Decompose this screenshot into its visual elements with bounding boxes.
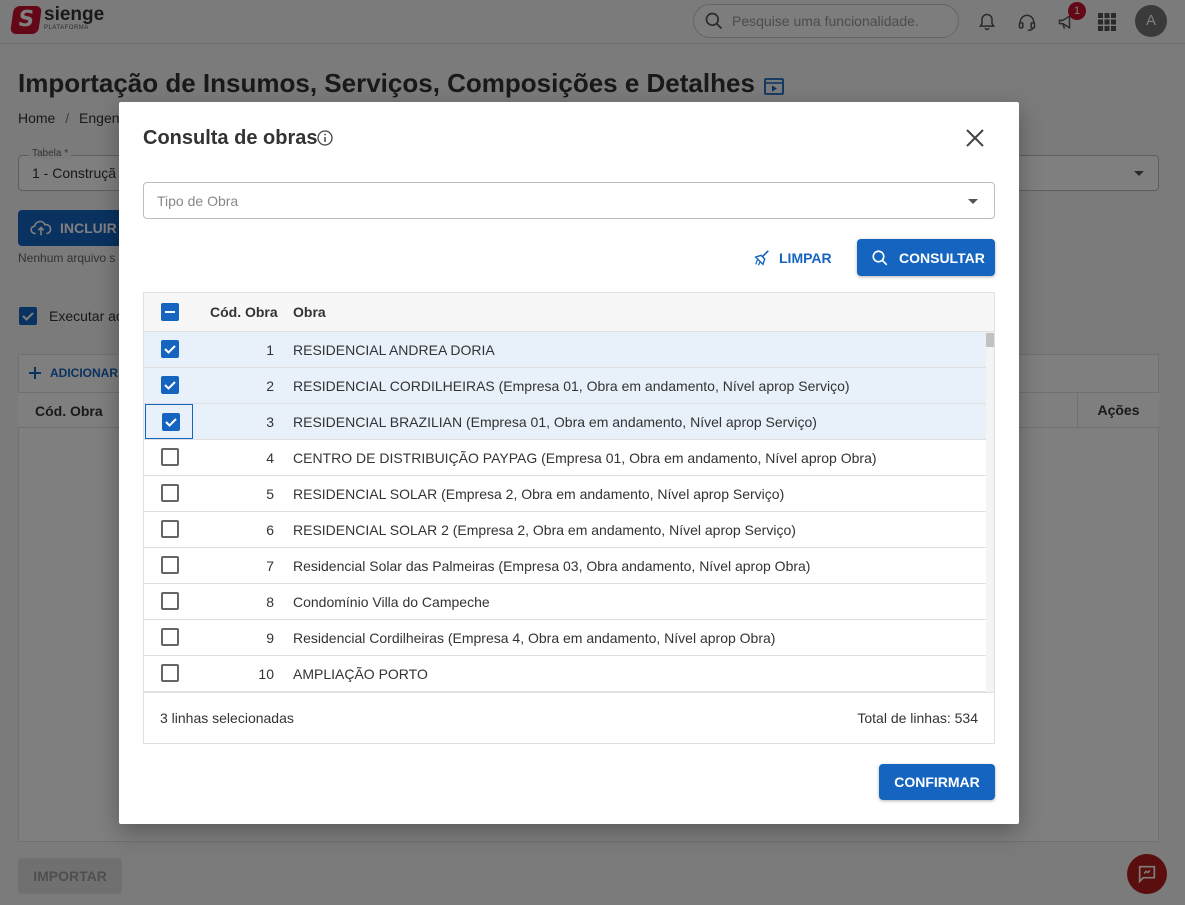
row-checkbox[interactable]: [161, 484, 179, 502]
grid-scrollbar[interactable]: [986, 332, 994, 692]
row-checkbox[interactable]: [161, 628, 179, 646]
selected-count: 3 linhas selecionadas: [160, 710, 294, 726]
row-checkbox[interactable]: [161, 664, 179, 682]
row-checkbox[interactable]: [161, 592, 179, 610]
consultar-button[interactable]: CONSULTAR: [857, 239, 995, 276]
close-icon[interactable]: [963, 126, 987, 150]
table-row[interactable]: 8 Condomínio Villa do Campeche: [144, 584, 986, 620]
select-all-checkbox[interactable]: [161, 303, 179, 321]
row-checkbox-cell[interactable]: [145, 404, 193, 439]
row-cod-obra: 8: [266, 594, 274, 610]
row-checkbox-cell[interactable]: [145, 584, 193, 619]
table-row[interactable]: 9 Residencial Cordilheiras (Empresa 4, Ob…: [144, 620, 986, 656]
tipo-obra-select[interactable]: Tipo de Obra: [143, 182, 995, 219]
info-icon[interactable]: [317, 130, 333, 151]
row-obra-name: Condomínio Villa do Campeche: [293, 594, 490, 610]
consulta-obras-dialog: Consulta de obras Tipo de Obra LIMPAR CO…: [119, 102, 1019, 824]
table-row[interactable]: 3 RESIDENCIAL BRAZILIAN (Empresa 01, Obra…: [144, 404, 986, 440]
row-checkbox-cell[interactable]: [145, 440, 193, 475]
consultar-label: CONSULTAR: [899, 249, 985, 266]
row-checkbox-cell[interactable]: [145, 620, 193, 655]
row-cod-obra: 1: [266, 342, 274, 358]
row-checkbox-cell[interactable]: [145, 656, 193, 691]
table-row[interactable]: 4 CENTRO DE DISTRIBUIÇÃO PAYPAG (Empresa …: [144, 440, 986, 476]
row-checkbox[interactable]: [161, 340, 179, 358]
limpar-label: LIMPAR: [779, 250, 832, 266]
grid-scrollbar-thumb[interactable]: [986, 333, 994, 347]
row-checkbox[interactable]: [161, 556, 179, 574]
row-obra-name: AMPLIAÇÃO PORTO: [293, 666, 428, 682]
grid-footer: 3 linhas selecionadas Total de linhas: 5…: [144, 692, 994, 743]
row-obra-name: RESIDENCIAL SOLAR 2 (Empresa 2, Obra em …: [293, 522, 796, 538]
search-icon: [872, 249, 888, 265]
row-obra-name: RESIDENCIAL BRAZILIAN (Empresa 01, Obra …: [293, 414, 817, 430]
row-cod-obra: 6: [266, 522, 274, 538]
table-row[interactable]: 6 RESIDENCIAL SOLAR 2 (Empresa 2, Obra em…: [144, 512, 986, 548]
row-cod-obra: 3: [266, 414, 274, 430]
row-cod-obra: 5: [266, 486, 274, 502]
obras-grid: Cód. Obra Obra 1 RESIDENCIAL ANDREA DORIA…: [143, 292, 995, 744]
table-row[interactable]: 7 Residencial Solar das Palmeiras (Empres…: [144, 548, 986, 584]
table-row[interactable]: 1 RESIDENCIAL ANDREA DORIA: [144, 332, 986, 368]
table-row[interactable]: 5 RESIDENCIAL SOLAR (Empresa 2, Obra em a…: [144, 476, 986, 512]
row-checkbox[interactable]: [162, 413, 180, 431]
dialog-title: Consulta de obras: [143, 127, 318, 149]
row-checkbox[interactable]: [161, 448, 179, 466]
row-checkbox-cell[interactable]: [145, 548, 193, 583]
row-obra-name: RESIDENCIAL CORDILHEIRAS (Empresa 01, Ob…: [293, 378, 850, 394]
row-obra-name: RESIDENCIAL SOLAR (Empresa 2, Obra em an…: [293, 486, 785, 502]
row-checkbox[interactable]: [161, 376, 179, 394]
row-checkbox-cell[interactable]: [145, 476, 193, 511]
table-row[interactable]: 10 AMPLIAÇÃO PORTO: [144, 656, 986, 692]
row-checkbox-cell[interactable]: [145, 512, 193, 547]
table-row[interactable]: 2 RESIDENCIAL CORDILHEIRAS (Empresa 01, O…: [144, 368, 986, 404]
grid-header: Cód. Obra Obra: [144, 293, 994, 332]
total-rows: Total de linhas: 534: [857, 710, 978, 726]
limpar-button[interactable]: LIMPAR: [753, 240, 832, 276]
chevron-down-icon: [968, 199, 978, 204]
row-cod-obra: 10: [258, 666, 274, 682]
row-obra-name: Residencial Solar das Palmeiras (Empresa…: [293, 558, 811, 574]
check-icon: [164, 381, 176, 390]
row-checkbox[interactable]: [161, 520, 179, 538]
grid-rows: 1 RESIDENCIAL ANDREA DORIA 2 RESIDENCIAL CO…: [144, 332, 986, 692]
header-obra[interactable]: Obra: [293, 304, 326, 320]
broom-icon: [754, 250, 769, 266]
row-cod-obra: 9: [266, 630, 274, 646]
header-cod-obra[interactable]: Cód. Obra: [210, 304, 278, 320]
check-icon: [165, 418, 177, 427]
row-obra-name: RESIDENCIAL ANDREA DORIA: [293, 342, 495, 358]
check-icon: [164, 345, 176, 354]
row-obra-name: CENTRO DE DISTRIBUIÇÃO PAYPAG (Empresa 0…: [293, 450, 877, 466]
row-obra-name: Residencial Cordilheiras (Empresa 4, Obr…: [293, 630, 776, 646]
row-checkbox-cell[interactable]: [145, 368, 193, 403]
row-checkbox-cell[interactable]: [145, 332, 193, 367]
confirmar-button[interactable]: CONFIRMAR: [879, 764, 995, 800]
row-cod-obra: 2: [266, 378, 274, 394]
row-cod-obra: 7: [266, 558, 274, 574]
row-cod-obra: 4: [266, 450, 274, 466]
tipo-obra-placeholder: Tipo de Obra: [157, 193, 239, 209]
